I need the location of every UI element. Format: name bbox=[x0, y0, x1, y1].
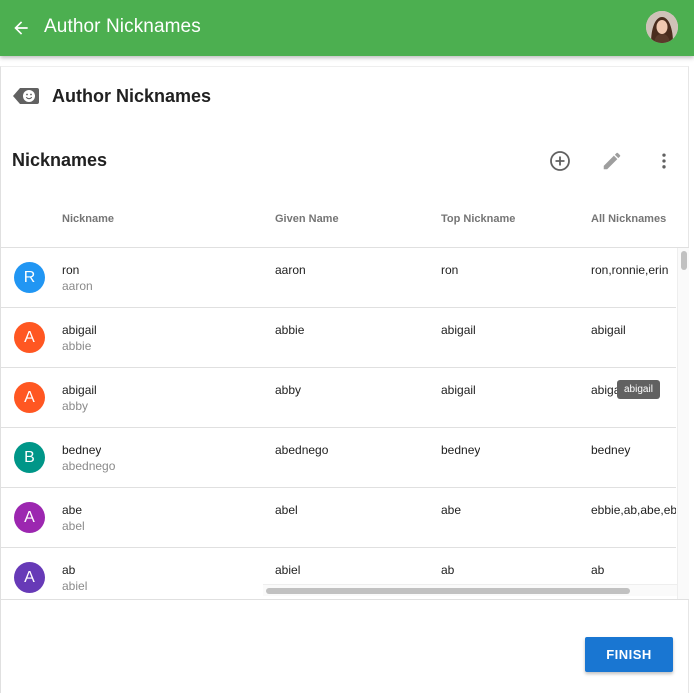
cell-given-name: abiel bbox=[275, 563, 301, 577]
app-title: Author Nicknames bbox=[44, 16, 201, 37]
cell-given-name: abby bbox=[275, 383, 302, 397]
cell-top-nickname: ab bbox=[441, 563, 455, 577]
nickname-table: R ron aaron aaron ron ron,ronnie,erin A … bbox=[1, 247, 689, 599]
row-avatar: A bbox=[14, 322, 45, 353]
table-row[interactable]: R ron aaron aaron ron ron,ronnie,erin bbox=[1, 248, 676, 308]
table-row[interactable]: A abe abel abel abe ebbie,ab,abe,eb bbox=[1, 488, 676, 548]
back-button[interactable] bbox=[6, 13, 36, 43]
more-options-button[interactable] bbox=[651, 148, 677, 174]
cell-nickname: bedney bbox=[62, 443, 102, 457]
footer-divider bbox=[1, 599, 689, 600]
column-header-top-nickname[interactable]: Top Nickname bbox=[441, 213, 515, 225]
table-row[interactable]: A abigail abbie abbie abigail abigail bbox=[1, 308, 676, 368]
cell-nickname: abe bbox=[62, 503, 83, 517]
cell-tooltip: abigail bbox=[617, 380, 660, 399]
row-avatar: A bbox=[14, 382, 45, 413]
cell-given-name: abel bbox=[275, 503, 298, 517]
app-bar: Author Nicknames bbox=[0, 0, 694, 56]
tag-face-icon bbox=[12, 85, 40, 107]
cell-top-nickname: bedney bbox=[441, 443, 481, 457]
column-header-all-nicknames[interactable]: All Nicknames bbox=[591, 213, 666, 225]
table-row[interactable]: A abigail abby abby abigail abigail abig… bbox=[1, 368, 676, 428]
cell-given-name: abbie bbox=[275, 323, 305, 337]
finish-button[interactable]: FINISH bbox=[585, 637, 673, 672]
row-avatar: A bbox=[14, 562, 45, 593]
cell-nickname-secondary: abbie bbox=[62, 339, 92, 353]
cell-nickname-secondary: abiel bbox=[62, 579, 88, 593]
cell-nickname-secondary: aaron bbox=[62, 279, 93, 293]
cell-all-nicknames: ab bbox=[591, 563, 605, 577]
table-row[interactable]: B bedney abednego abednego bedney bedney bbox=[1, 428, 676, 488]
row-avatar: B bbox=[14, 442, 45, 473]
more-vert-icon bbox=[662, 153, 666, 169]
add-circle-icon bbox=[550, 151, 570, 171]
cell-nickname: abigail bbox=[62, 383, 97, 397]
cell-all-nicknames: abigail bbox=[591, 323, 626, 337]
row-avatar: A bbox=[14, 502, 45, 533]
cell-top-nickname: abigail bbox=[441, 383, 476, 397]
cell-top-nickname: abe bbox=[441, 503, 462, 517]
user-avatar[interactable] bbox=[646, 11, 678, 43]
cell-nickname: ab bbox=[62, 563, 76, 577]
arrow-back-icon bbox=[14, 21, 28, 35]
row-avatar: R bbox=[14, 262, 45, 293]
horizontal-scrollbar-thumb[interactable] bbox=[266, 588, 630, 594]
cell-all-nicknames: bedney bbox=[591, 443, 631, 457]
cell-all-nicknames: ebbie,ab,abe,eb bbox=[591, 503, 676, 517]
cell-nickname-secondary: abby bbox=[62, 399, 89, 413]
cell-nickname: abigail bbox=[62, 323, 97, 337]
cell-top-nickname: abigail bbox=[441, 323, 476, 337]
add-nickname-button[interactable] bbox=[547, 148, 573, 174]
cell-top-nickname: ron bbox=[441, 263, 459, 277]
cell-given-name: aaron bbox=[275, 263, 306, 277]
card-title: Author Nicknames bbox=[52, 86, 212, 106]
column-header-nickname[interactable]: Nickname bbox=[62, 213, 114, 225]
edit-icon bbox=[603, 152, 621, 170]
edit-button[interactable] bbox=[599, 148, 625, 174]
cell-nickname: ron bbox=[62, 263, 80, 277]
cell-given-name: abednego bbox=[275, 443, 329, 457]
vertical-scrollbar-thumb[interactable] bbox=[681, 251, 687, 270]
column-header-given-name[interactable]: Given Name bbox=[275, 213, 339, 225]
cell-nickname-secondary: abednego bbox=[62, 459, 116, 473]
cell-nickname-secondary: abel bbox=[62, 519, 85, 533]
user-photo-icon bbox=[646, 11, 678, 43]
cell-all-nicknames: ron,ronnie,erin bbox=[591, 263, 669, 277]
nickname-card: Author Nicknames Nicknames Nickname Give… bbox=[0, 66, 689, 693]
horizontal-scrollbar[interactable] bbox=[263, 584, 677, 596]
vertical-scrollbar[interactable] bbox=[677, 248, 689, 599]
section-title: Nicknames bbox=[12, 150, 108, 170]
